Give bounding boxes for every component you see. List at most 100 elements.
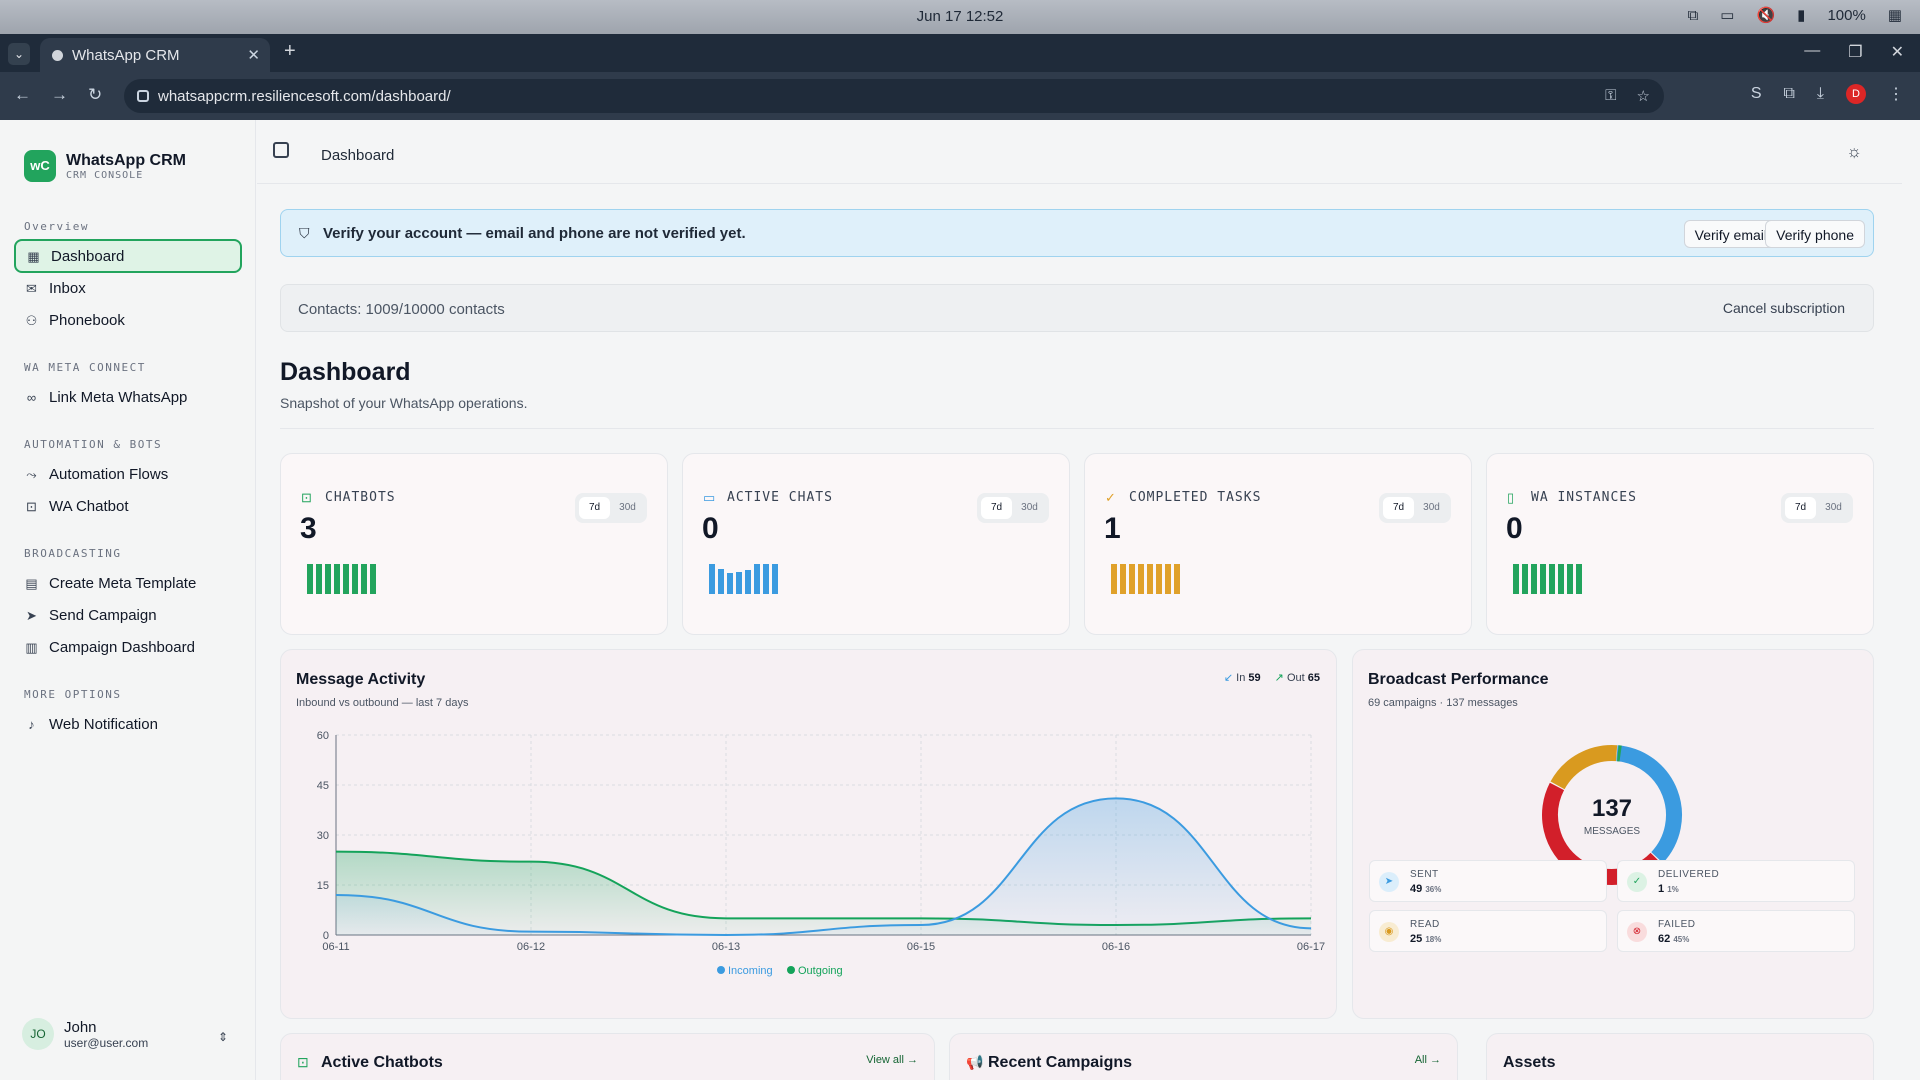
sidebar-item-phonebook[interactable]: ⚇ Phonebook [14,303,242,337]
range-7d-button[interactable]: 7d [1785,497,1816,519]
range-30d-button[interactable]: 30d [1014,497,1045,519]
all-campaigns-link[interactable]: All → [1415,1054,1441,1066]
main-content: Dashboard ☼ ⛉ Verify your account — emai… [257,120,1902,1080]
sidebar-item-wa-chatbot[interactable]: ⊡ WA Chatbot [14,489,242,523]
tile-failed: ⊗ FAILED 62 45% [1617,910,1855,952]
sparkline [307,564,376,594]
extension-icon[interactable]: ⧉ [1688,7,1699,24]
sidebar-item-send-campaign[interactable]: ➤ Send Campaign [14,598,242,632]
settings-panel-icon[interactable]: ▦ [1888,6,1902,24]
theme-toggle-icon[interactable]: ☼ [1846,142,1862,162]
sidebar-section-title: BROADCASTING [24,547,122,560]
range-7d-button[interactable]: 7d [1383,497,1414,519]
sidebar-item-inbox[interactable]: ✉ Inbox [14,271,242,305]
mute-icon[interactable]: 🔇 [1756,6,1775,24]
x-tick-label: 06-15 [907,941,935,953]
range-30d-button[interactable]: 30d [612,497,643,519]
back-icon[interactable]: ← [14,85,31,105]
sidebar-item-label: Create Meta Template [49,574,197,592]
sparkline-bar [1120,564,1126,594]
sparkline [1111,564,1180,594]
brand[interactable]: wC WhatsApp CRM CRM CONSOLE [24,150,186,182]
page-subtitle: Snapshot of your WhatsApp operations. [280,395,528,411]
x-tick-label: 06-11 [322,941,349,953]
minimize-icon[interactable]: — [1804,42,1820,62]
reload-icon[interactable]: ↻ [88,85,102,105]
stat-label: CHATBOTS [325,490,396,505]
address-bar[interactable]: whatsappcrm.resiliencesoft.com/dashboard… [124,79,1664,113]
tile-label: SENT [1410,869,1439,880]
active-chatbots-title: Active Chatbots [321,1054,443,1071]
y-tick-label: 15 [317,880,329,892]
sidebar-item-dashboard[interactable]: ▦ Dashboard [14,239,242,273]
sidebar-item-link-meta-whatsapp[interactable]: ∞ Link Meta WhatsApp [14,380,242,414]
sparkline-bar [772,564,778,594]
users-icon: ⚇ [25,312,38,328]
tile-percent: 18% [1425,935,1442,944]
view-all-link[interactable]: View all → [866,1054,918,1066]
cancel-subscription-button[interactable]: Cancel subscription [1723,300,1845,316]
bot-icon: ⊡ [301,490,312,505]
x-tick-label: 06-13 [712,941,740,953]
new-tab-icon[interactable]: + [284,40,296,63]
topbar: Dashboard ☼ [257,120,1902,184]
brand-subtitle: CRM CONSOLE [66,169,144,181]
puzzle-icon[interactable]: ⧉ [1783,85,1794,103]
user-email: user@user.com [64,1035,149,1050]
sidebar-item-label: Send Campaign [49,606,157,624]
sidebar-item-web-notification[interactable]: ♪ Web Notification [14,707,242,741]
bookmark-star-icon[interactable]: ☆ [1637,87,1650,105]
browser-toolbar: ← → ↻ whatsappcrm.resiliencesoft.com/das… [0,72,1920,120]
sidebar-item-campaign-dashboard[interactable]: ▥ Campaign Dashboard [14,630,242,664]
file-icon: ▤ [25,575,38,591]
sidebar-item-create-meta-template[interactable]: ▤ Create Meta Template [14,566,242,600]
active-chatbots-panel: ⊡ Active Chatbots View all → [280,1033,935,1080]
app: wC WhatsApp CRM CRM CONSOLE Overview ▦ Das… [0,120,1920,1080]
sparkline-bar [1129,564,1135,594]
y-tick-label: 30 [317,830,329,842]
range-30d-button[interactable]: 30d [1416,497,1447,519]
verify-email-button[interactable]: Verify email [1683,220,1778,248]
range-7d-button[interactable]: 7d [579,497,610,519]
stat-label: COMPLETED TASKS [1129,490,1262,505]
tile-percent: 1% [1667,885,1679,894]
sidebar-toggle-icon[interactable] [273,142,289,158]
chevron-up-down-icon[interactable]: ⇕ [218,1030,228,1044]
tile-delivered: ✓ DELIVERED 1 1% [1617,860,1855,902]
site-info-icon[interactable] [137,90,149,102]
range-30d-button[interactable]: 30d [1818,497,1849,519]
x-tick-label: 06-16 [1102,941,1130,953]
sparkline-bar [1522,564,1528,594]
send-icon: ➤ [1379,872,1399,892]
close-window-icon[interactable]: ✕ [1891,42,1904,62]
favicon-icon [52,50,63,61]
tile-read: ◉ READ 25 18% [1369,910,1607,952]
sparkline-bar [736,571,742,594]
key-icon[interactable]: ⚿ [1605,87,1616,105]
browser-menu-icon[interactable]: ⋮ [1888,84,1904,104]
tab-close-icon[interactable]: ✕ [247,46,260,64]
shield-icon: ⛉ [299,225,310,241]
s-extension-icon[interactable]: S [1751,85,1762,103]
sidebar-section-title: Overview [24,220,89,233]
verify-phone-button[interactable]: Verify phone [1765,220,1865,248]
screen-icon[interactable]: ▭ [1720,6,1734,24]
sidebar-item-label: Link Meta WhatsApp [49,388,188,406]
download-icon[interactable]: ⤓ [1817,85,1824,103]
tab-search-icon[interactable]: ⌄ [8,43,30,65]
stat-value: 0 [702,512,719,545]
browser-tab[interactable]: WhatsApp CRM ✕ [40,38,270,72]
stat-value: 0 [1506,512,1523,545]
brand-title: WhatsApp CRM [66,151,186,169]
range-7d-button[interactable]: 7d [981,497,1012,519]
sidebar-item-label: Inbox [49,279,86,297]
profile-avatar[interactable]: D [1846,84,1866,104]
sparkline-bar [1165,564,1171,594]
user-menu[interactable]: JO John user@user.com [22,1018,148,1050]
url-text: whatsappcrm.resiliencesoft.com/dashboard… [158,88,451,105]
flow-icon: ⤳ [26,466,37,482]
maximize-icon[interactable]: ❐ [1848,42,1862,62]
forward-icon[interactable]: → [51,85,68,105]
inbox-icon: ✉ [26,280,37,296]
sidebar-item-automation-flows[interactable]: ⤳ Automation Flows [14,457,242,491]
